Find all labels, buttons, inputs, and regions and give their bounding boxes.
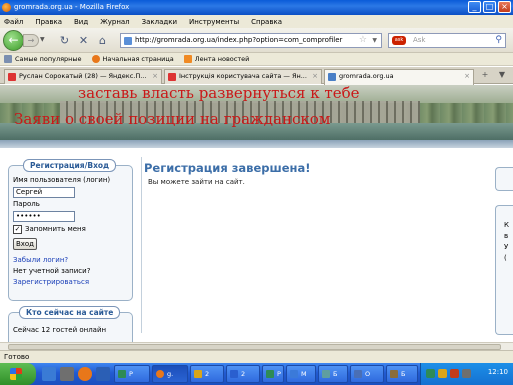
main-content: Регистрация завершена! Вы можете зайти н… — [141, 157, 491, 333]
window-title: gromrada.org.ua - Mozilla Firefox — [14, 3, 130, 11]
no-account-text: Нет учетной записи? — [13, 267, 91, 275]
right-module: К в У ( — [495, 205, 513, 335]
username-field[interactable]: Сергей — [13, 187, 75, 198]
page-message: Вы можете зайти на сайт. — [148, 178, 245, 186]
close-tab-icon[interactable]: × — [152, 70, 158, 83]
window-titlebar: gromrada.org.ua - Mozilla Firefox _ □ × — [0, 0, 513, 15]
tab-yandex-profile[interactable]: Руслан Сорокатый (28) — Яндекс.П... × — [4, 69, 162, 84]
taskbar-item-firefox[interactable]: g. — [152, 365, 188, 383]
home-icon[interactable]: ⌂ — [96, 34, 109, 47]
menu-view[interactable]: Вид — [74, 18, 88, 26]
login-button[interactable]: Вход — [13, 238, 37, 250]
back-button[interactable]: ← — [3, 30, 24, 51]
search-engine-icon[interactable]: ask — [392, 36, 406, 45]
quicklaunch-ie-icon[interactable] — [42, 367, 56, 381]
menu-bar: Файл Правка Вид Журнал Закладки Инструме… — [0, 15, 513, 28]
menu-tools[interactable]: Инструменты — [189, 18, 239, 26]
menu-history[interactable]: Журнал — [100, 18, 129, 26]
site-favicon-icon — [328, 73, 336, 81]
taskbar-item-8[interactable]: О — [350, 365, 384, 383]
url-field[interactable]: http://gromrada.org.ua/index.php?option=… — [120, 33, 382, 48]
close-tab-icon[interactable]: × — [312, 70, 318, 83]
reload-icon[interactable]: ↻ — [58, 34, 71, 47]
tab-bar: Руслан Сорокатый (28) — Яндекс.П... × Ін… — [0, 67, 513, 85]
url-dropdown-icon[interactable]: ▼ — [372, 34, 377, 47]
taskbar-item-word[interactable]: 2 — [226, 365, 260, 383]
banner-slogan-2: Заяви о своей позиции на гражданском — [14, 110, 331, 128]
banner-slogan-1: заставь власть развернуться к тебе — [78, 85, 360, 102]
right-sidebar: К в У ( — [493, 157, 513, 335]
quicklaunch-explorer-icon[interactable] — [96, 367, 110, 381]
tray-network-icon[interactable] — [426, 369, 435, 378]
quicklaunch-firefox-icon[interactable] — [78, 367, 92, 381]
password-field[interactable]: •••••• — [13, 211, 75, 222]
tray-antivirus-icon[interactable] — [450, 369, 459, 378]
forward-button[interactable]: → — [23, 34, 39, 47]
forgot-login-link[interactable]: Забыли логин? — [13, 256, 68, 264]
system-tray: 12:10 — [420, 363, 513, 385]
nav-strip — [0, 140, 513, 148]
tab-list-icon[interactable]: + ▼ — [482, 70, 509, 79]
clock[interactable]: 12:10 — [488, 368, 508, 376]
taskbar-item-5[interactable]: Р — [262, 365, 284, 383]
taskbar-item-1[interactable]: Р — [114, 365, 150, 383]
who-online-text: Сейчас 12 гостей онлайн — [13, 326, 107, 334]
history-dropdown-icon[interactable]: ▼ — [40, 36, 45, 43]
windows-logo-icon — [10, 368, 22, 380]
username-label: Имя пользователя (логин) — [13, 176, 111, 184]
search-placeholder: Ask — [413, 36, 426, 44]
page-viewport: заставь власть развернуться к тебе Заяви… — [0, 85, 513, 350]
menu-file[interactable]: Файл — [4, 18, 23, 26]
status-bar: Готово — [0, 350, 513, 363]
bookmark-news-feed[interactable]: Лента новостей — [183, 55, 249, 63]
start-button[interactable] — [0, 363, 36, 385]
bookmark-folder-icon — [4, 55, 12, 63]
tray-security-icon[interactable] — [438, 369, 447, 378]
left-sidebar: Регистрация/Вход Имя пользователя (логин… — [8, 157, 133, 350]
firefox-small-icon — [91, 55, 100, 63]
right-module-top — [495, 167, 513, 191]
bookmark-most-visited[interactable]: Самые популярные — [4, 55, 82, 63]
menu-edit[interactable]: Правка — [35, 18, 62, 26]
register-link[interactable]: Зарегистрироваться — [13, 278, 89, 286]
login-module: Регистрация/Вход Имя пользователя (логин… — [8, 159, 133, 301]
maximize-button[interactable]: □ — [483, 1, 496, 13]
url-text: http://gromrada.org.ua/index.php?option=… — [135, 36, 343, 44]
close-tab-icon[interactable]: × — [464, 70, 470, 83]
bookmarks-toolbar: Самые популярные Начальная страница Лент… — [0, 53, 513, 66]
remember-label: Запомнить меня — [25, 225, 86, 233]
remember-checkbox[interactable]: ✓ — [13, 225, 22, 234]
minimize-button[interactable]: _ — [468, 1, 481, 13]
taskbar-item-9[interactable]: Б — [386, 365, 418, 383]
yandex-icon — [168, 73, 176, 81]
taskbar-item-3[interactable]: 2 — [190, 365, 224, 383]
tab-gromrada[interactable]: gromrada.org.ua × — [324, 69, 474, 85]
page-title: Регистрация завершена! — [144, 161, 311, 175]
menu-help[interactable]: Справка — [251, 18, 282, 26]
site-banner: заставь власть развернуться к тебе Заяви… — [0, 85, 513, 140]
login-module-title: Регистрация/Вход — [23, 159, 117, 172]
stop-icon[interactable]: ✕ — [77, 34, 90, 47]
tab-instruction[interactable]: Інструкція користувача сайта — Ян... × — [164, 69, 322, 84]
yandex-icon — [8, 73, 16, 81]
who-online-title: Кто сейчас на сайте — [19, 306, 121, 319]
close-button[interactable]: × — [498, 1, 511, 13]
search-icon[interactable]: ⚲ — [495, 34, 502, 47]
site-favicon-icon — [124, 37, 132, 45]
quicklaunch-desktop-icon[interactable] — [60, 367, 74, 381]
navigation-toolbar: ← → ▼ ↻ ✕ ⌂ http://gromrada.org.ua/index… — [0, 28, 513, 53]
taskbar-item-7[interactable]: Б — [318, 365, 348, 383]
taskbar: Р g. 2 2 Р М Б О Б 12:10 — [0, 363, 513, 385]
rss-icon — [183, 55, 192, 63]
tray-volume-icon[interactable] — [462, 369, 471, 378]
search-input[interactable]: ask Ask ⚲ — [388, 33, 506, 48]
firefox-icon — [2, 3, 11, 12]
taskbar-item-6[interactable]: М — [286, 365, 316, 383]
page-body: Регистрация/Вход Имя пользователя (логин… — [0, 140, 513, 350]
password-label: Пароль — [13, 200, 40, 208]
bookmark-start-page[interactable]: Начальная страница — [91, 55, 174, 63]
bookmark-star-icon[interactable]: ☆ — [359, 34, 367, 47]
menu-bookmarks[interactable]: Закладки — [142, 18, 177, 26]
horizontal-scrollbar[interactable] — [0, 342, 513, 350]
